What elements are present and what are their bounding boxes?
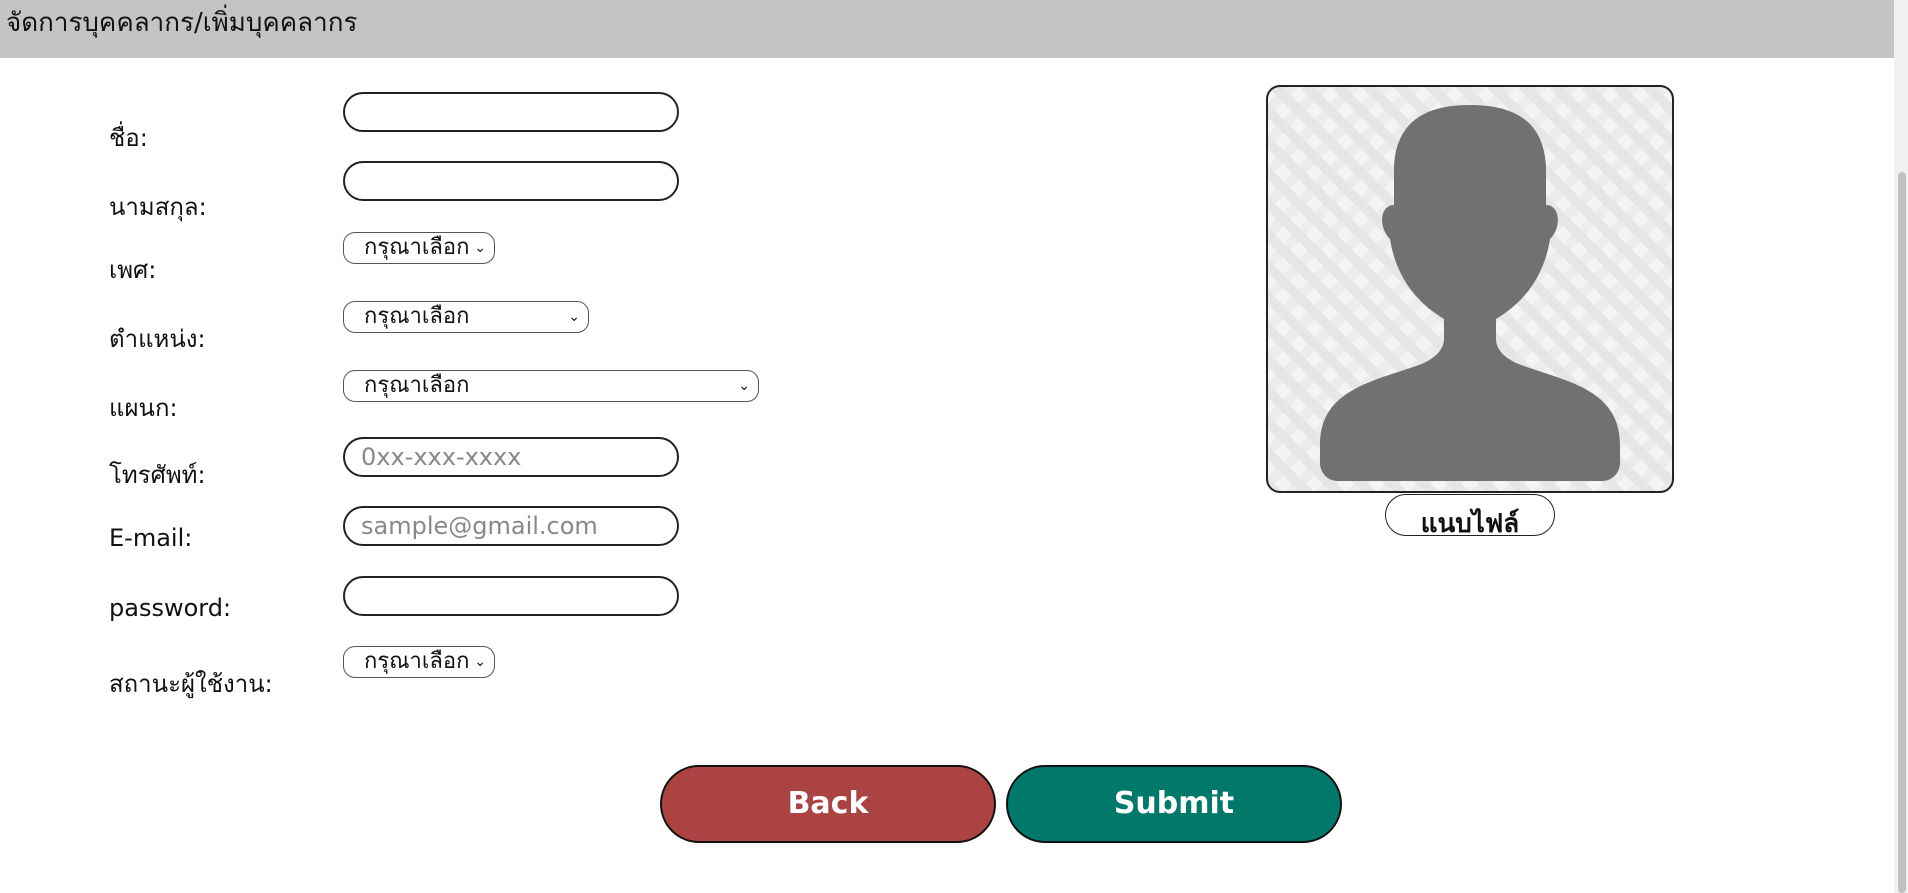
gender-row: เพศ: กรุณาเลือก ⌄ [0,232,900,284]
user-status-label: สถานะผู้ใช้งาน: [109,670,273,698]
page-title: จัดการบุคคลากร/เพิ่มบุคคลากร [6,8,358,38]
password-label: password: [109,594,232,622]
first-name-input[interactable] [343,92,679,132]
chevron-down-icon: ⌄ [474,240,486,256]
gender-select-value: กรุณาเลือก [364,235,470,260]
profile-photo-preview [1266,85,1674,493]
phone-label: โทรศัพท์: [109,461,206,489]
last-name-input[interactable] [343,161,679,201]
department-select[interactable]: กรุณาเลือก ⌄ [343,370,759,402]
position-select-value: กรุณาเลือก [364,304,470,329]
scrollbar[interactable] [1894,0,1908,893]
chevron-down-icon: ⌄ [474,654,486,670]
position-row: ตำแหน่ง: กรุณาเลือก ⌄ [0,301,900,353]
chevron-down-icon: ⌄ [738,378,750,394]
email-row: E-mail: [0,506,900,556]
gender-label: เพศ: [109,256,157,284]
first-name-label: ชื่อ: [109,124,148,152]
phone-input[interactable] [343,437,679,477]
last-name-row: นามสกุล: [0,161,900,221]
attach-file-button[interactable]: แนบไฟล์ [1385,494,1555,536]
user-status-row: สถานะผู้ใช้งาน: กรุณาเลือก ⌄ [0,646,900,698]
department-label: แผนก: [109,394,178,422]
avatar-placeholder-icon [1320,105,1620,481]
department-select-value: กรุณาเลือก [364,373,470,398]
gender-select[interactable]: กรุณาเลือก ⌄ [343,232,495,264]
password-input[interactable] [343,576,679,616]
first-name-row: ชื่อ: [0,92,900,152]
email-label: E-mail: [109,524,193,552]
attach-file-label: แนบไฟล์ [1420,509,1520,536]
chevron-down-icon: ⌄ [568,309,580,325]
user-status-select-value: กรุณาเลือก [364,649,470,674]
scrollbar-thumb[interactable] [1898,172,1906,893]
last-name-label: นามสกุล: [109,193,207,221]
password-row: password: [0,576,900,626]
department-row: แผนก: กรุณาเลือก ⌄ [0,370,900,422]
position-select[interactable]: กรุณาเลือก ⌄ [343,301,589,333]
phone-row: โทรศัพท์: [0,437,900,489]
email-input[interactable] [343,506,679,546]
back-button[interactable]: Back [660,765,996,843]
position-label: ตำแหน่ง: [109,325,206,353]
page-header: จัดการบุคคลากร/เพิ่มบุคคลากร [0,0,1894,58]
user-status-select[interactable]: กรุณาเลือก ⌄ [343,646,495,678]
submit-button[interactable]: Submit [1006,765,1342,843]
